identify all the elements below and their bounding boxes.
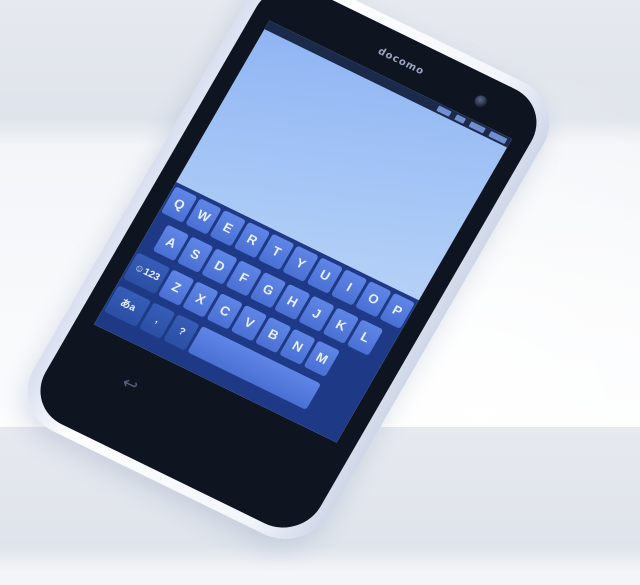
battery-icon: [468, 121, 486, 134]
front-camera-icon: [472, 93, 490, 110]
photo-scene: docomo Q W E R T Y U I O P A S D F G H J…: [0, 0, 640, 555]
back-icon[interactable]: ↩: [118, 372, 142, 397]
signal-icon: [436, 105, 452, 117]
wifi-icon: [454, 114, 467, 124]
clock-icon: [488, 130, 508, 145]
